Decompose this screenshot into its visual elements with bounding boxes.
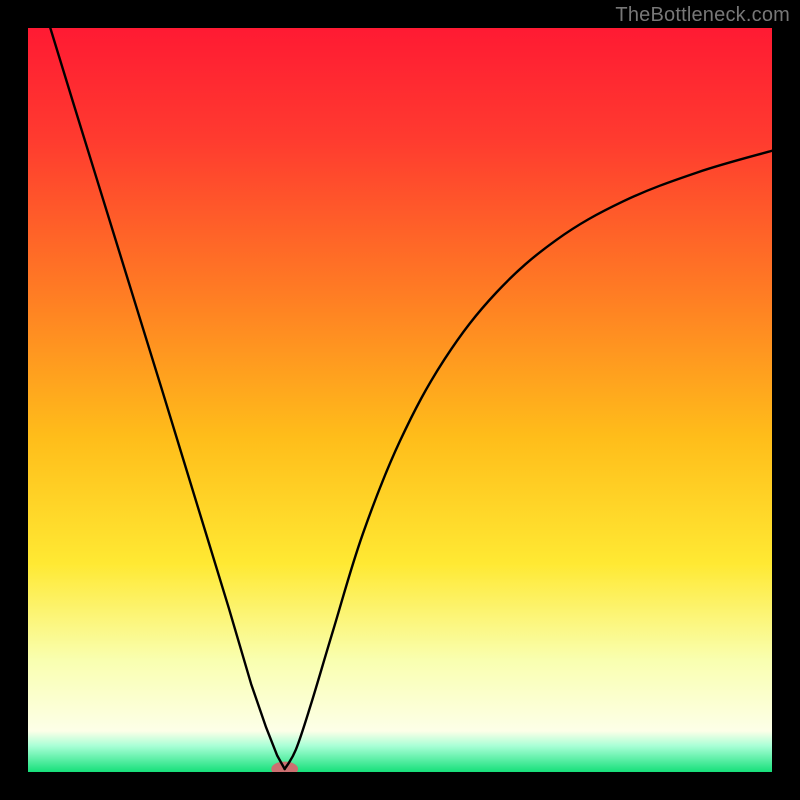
chart-svg bbox=[28, 28, 772, 772]
gradient-background bbox=[28, 28, 772, 772]
plot-area bbox=[28, 28, 772, 772]
watermark-text: TheBottleneck.com bbox=[615, 4, 790, 27]
chart-frame: TheBottleneck.com bbox=[0, 0, 800, 800]
